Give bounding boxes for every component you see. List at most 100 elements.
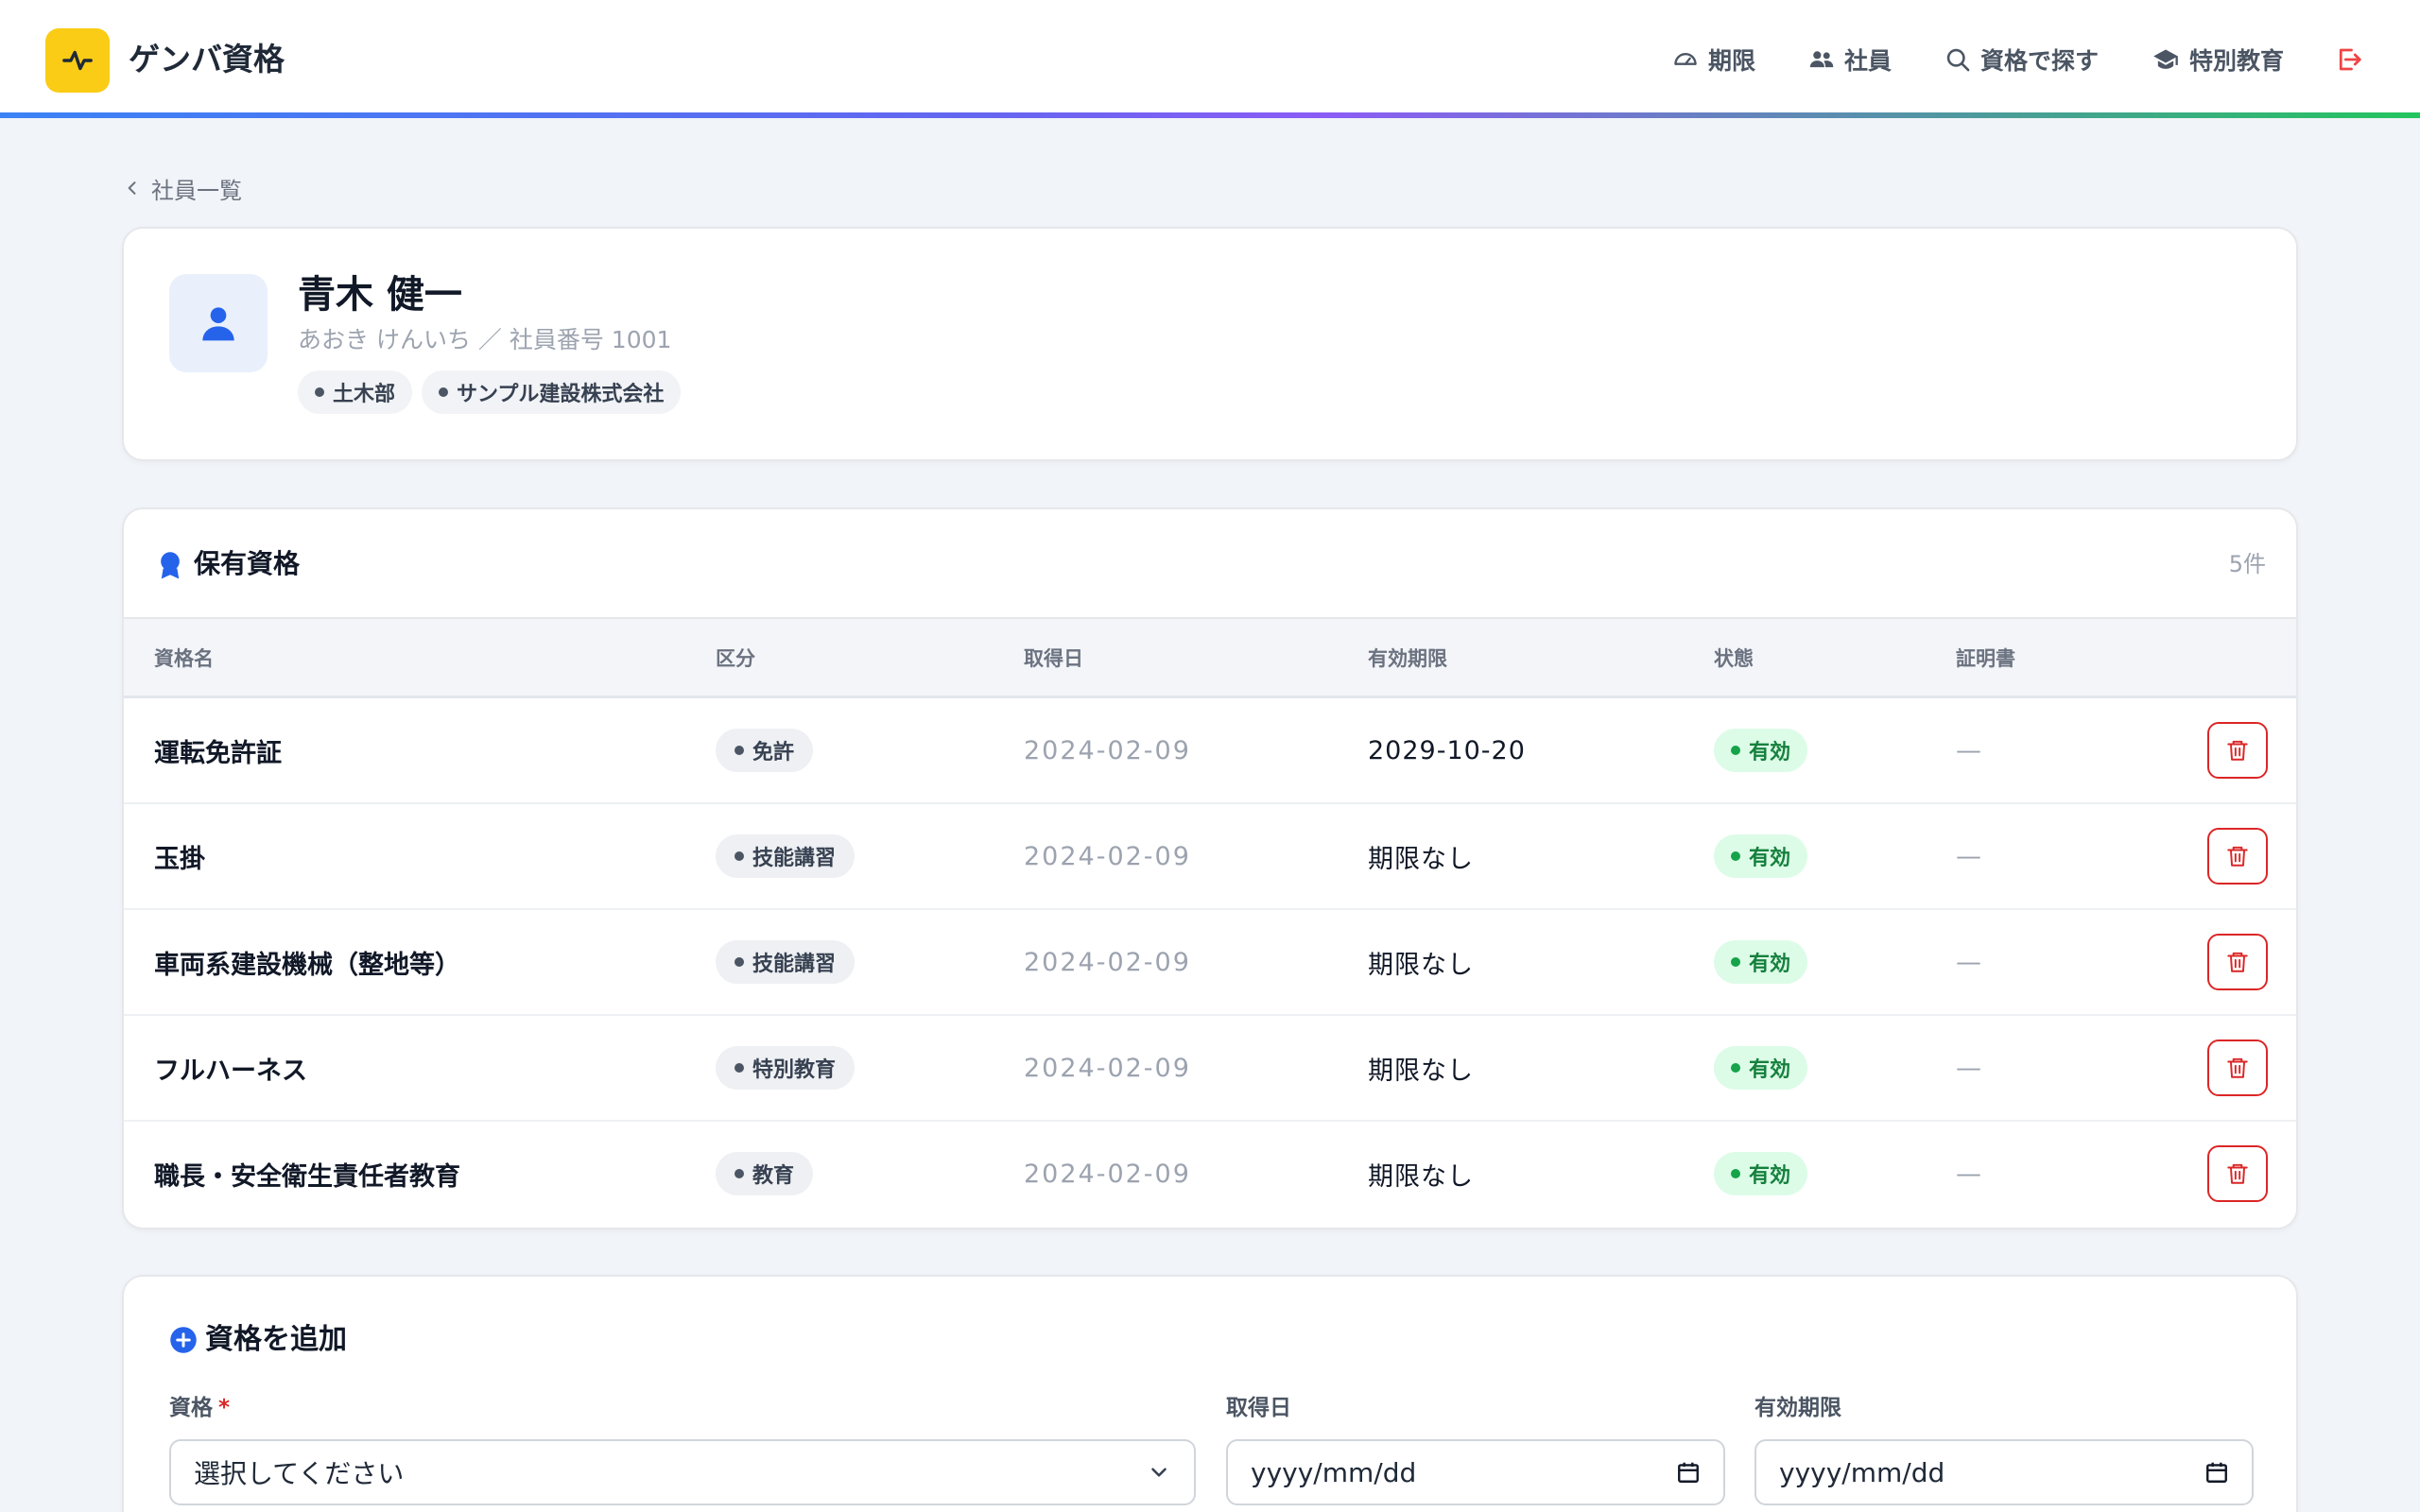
status-badge: 有効 [1714, 1046, 1808, 1090]
expiry-date: 期限なし [1368, 844, 1474, 874]
table-row[interactable]: 職長・安全衛生責任者教育 教育 2024-02-09 期限なし 有効 — [124, 1122, 2296, 1228]
user-icon [202, 307, 234, 341]
column-header-category[interactable]: 区分 [716, 644, 755, 674]
nav-item-employees[interactable]: 社員 [1808, 43, 1892, 77]
table-row[interactable]: フルハーネス 特別教育 2024-02-09 期限なし 有効 — [124, 1016, 2296, 1122]
certificate-value: — [1956, 841, 1981, 871]
acquired-date-label: 取得日 [1226, 1396, 1291, 1420]
category-badge: 技能講習 [716, 834, 856, 878]
trash-icon [2227, 740, 2248, 761]
delete-button[interactable] [2207, 828, 2268, 885]
trash-icon [2227, 1057, 2248, 1078]
expiry-date-input[interactable]: yyyy/mm/dd [1754, 1439, 2254, 1505]
employee-profile-card: 青木 健一 あおき けんいち ／ 社員番号 1001 土木部 サンプル建設株式会… [122, 227, 2298, 461]
trash-icon [2227, 1163, 2248, 1184]
app-header: ゲンバ資格 期限 社員 資格で探す 特別教育 [0, 0, 2420, 118]
acquired-date-placeholder: yyyy/mm/dd [1251, 1456, 1417, 1488]
logout-icon [2339, 48, 2361, 71]
app-logo[interactable] [45, 28, 110, 93]
table-row[interactable]: 車両系建設機械（整地等） 技能講習 2024-02-09 期限なし 有効 — [124, 910, 2296, 1016]
nav-label: 特別教育 [2188, 47, 2284, 75]
employee-name: 青木 健一 [298, 273, 462, 317]
calendar-icon[interactable] [2204, 1460, 2229, 1485]
department-tag: 土木部 [298, 370, 413, 414]
delete-button[interactable] [2207, 1040, 2268, 1096]
qualification-name: 玉掛 [154, 844, 205, 874]
expiry-date: 期限なし [1368, 1056, 1474, 1086]
required-mark: * [218, 1396, 231, 1420]
status-badge: 有効 [1714, 729, 1808, 772]
certificate-value: — [1956, 947, 1981, 977]
acquired-date: 2024-02-09 [1024, 841, 1191, 871]
status-badge: 有効 [1714, 940, 1808, 984]
pulse-icon [62, 50, 93, 71]
table-header: 資格名 区分 取得日 有効期限 状態 証明書 [124, 617, 2296, 698]
company-tag: サンプル建設株式会社 [422, 370, 682, 414]
qualifications-header: 保有資格 5件 [124, 509, 2296, 617]
certificate-value: — [1956, 1053, 1981, 1083]
main-nav: 期限 社員 資格で探す 特別教育 [1619, 38, 2363, 81]
nav-label: 資格で探す [1979, 47, 2099, 75]
column-header-name[interactable]: 資格名 [154, 644, 214, 674]
certificate-value: — [1956, 1159, 1981, 1189]
expiry-date-placeholder: yyyy/mm/dd [1779, 1456, 1945, 1488]
table-row[interactable]: 運転免許証 免許 2024-02-09 2029-10-20 有効 — [124, 698, 2296, 804]
expiry-date-label: 有効期限 [1754, 1396, 1841, 1420]
qualification-name: 職長・安全衛生責任者教育 [154, 1161, 460, 1192]
column-header-expiry[interactable]: 有効期限 [1368, 644, 1447, 674]
app-name: ゲンバ資格 [129, 41, 285, 77]
category-badge: 免許 [716, 729, 814, 772]
chevron-down-icon [1151, 1468, 1167, 1477]
plus-circle-icon [170, 1327, 197, 1353]
add-qualification-title: 資格を追加 [205, 1323, 347, 1356]
search-icon [1946, 48, 1970, 72]
category-badge: 特別教育 [716, 1046, 856, 1090]
certificate-value: — [1956, 735, 1981, 765]
column-header-acquired[interactable]: 取得日 [1024, 644, 1083, 674]
acquired-date: 2024-02-09 [1024, 947, 1191, 977]
employee-tags: 土木部 サンプル建設株式会社 [298, 370, 690, 414]
employee-subtitle: あおき けんいち ／ 社員番号 1001 [298, 326, 672, 353]
table-row[interactable]: 玉掛 技能講習 2024-02-09 期限なし 有効 — [124, 804, 2296, 910]
nav-item-special-education[interactable]: 特別教育 [2152, 43, 2284, 77]
nav-label: 社員 [1843, 47, 1892, 75]
chevron-left-icon [128, 181, 136, 195]
qualification-select[interactable]: 選択してください [169, 1439, 1196, 1505]
breadcrumb-back-link[interactable]: 社員一覧 [151, 172, 242, 205]
qualification-name: 運転免許証 [154, 738, 282, 768]
category-badge: 教育 [716, 1152, 814, 1195]
breadcrumb[interactable]: 社員一覧 [123, 172, 242, 204]
trash-icon [2227, 846, 2248, 867]
logout-button[interactable] [2335, 45, 2363, 74]
header-gradient-bar [0, 112, 2420, 118]
badge-icon [161, 552, 180, 579]
expiry-date: 2029-10-20 [1368, 735, 1526, 765]
delete-button[interactable] [2207, 722, 2268, 779]
acquired-date: 2024-02-09 [1024, 1053, 1191, 1083]
acquired-date: 2024-02-09 [1024, 735, 1191, 765]
qualification-name: 車両系建設機械（整地等） [154, 950, 460, 980]
qualifications-card: 保有資格 5件 資格名 区分 取得日 有効期限 状態 証明書 運転免許証 免許 … [122, 507, 2298, 1229]
avatar [169, 274, 268, 372]
delete-button[interactable] [2207, 1145, 2268, 1202]
expiry-date: 期限なし [1368, 1161, 1474, 1192]
column-header-certificate[interactable]: 証明書 [1956, 644, 2015, 674]
qualification-select-value: 選択してください [194, 1458, 405, 1489]
qualification-label: 資格 * [169, 1396, 231, 1420]
trash-icon [2227, 952, 2248, 972]
graduation-cap-icon [2153, 49, 2178, 69]
delete-button[interactable] [2207, 934, 2268, 990]
nav-label: 期限 [1707, 47, 1755, 75]
nav-item-search-by-qualification[interactable]: 資格で探す [1945, 43, 2099, 77]
calendar-icon[interactable] [1676, 1460, 1701, 1485]
gauge-icon [1674, 53, 1697, 65]
users-icon [1809, 51, 1834, 68]
nav-item-deadlines[interactable]: 期限 [1672, 43, 1755, 77]
acquired-date-input[interactable]: yyyy/mm/dd [1226, 1439, 1725, 1505]
column-header-status[interactable]: 状態 [1714, 644, 1754, 674]
qualifications-title: 保有資格 [194, 548, 301, 579]
status-badge: 有効 [1714, 1152, 1808, 1195]
expiry-date: 期限なし [1368, 950, 1474, 980]
acquired-date: 2024-02-09 [1024, 1159, 1191, 1189]
qualifications-count: 5件 [2228, 551, 2266, 577]
